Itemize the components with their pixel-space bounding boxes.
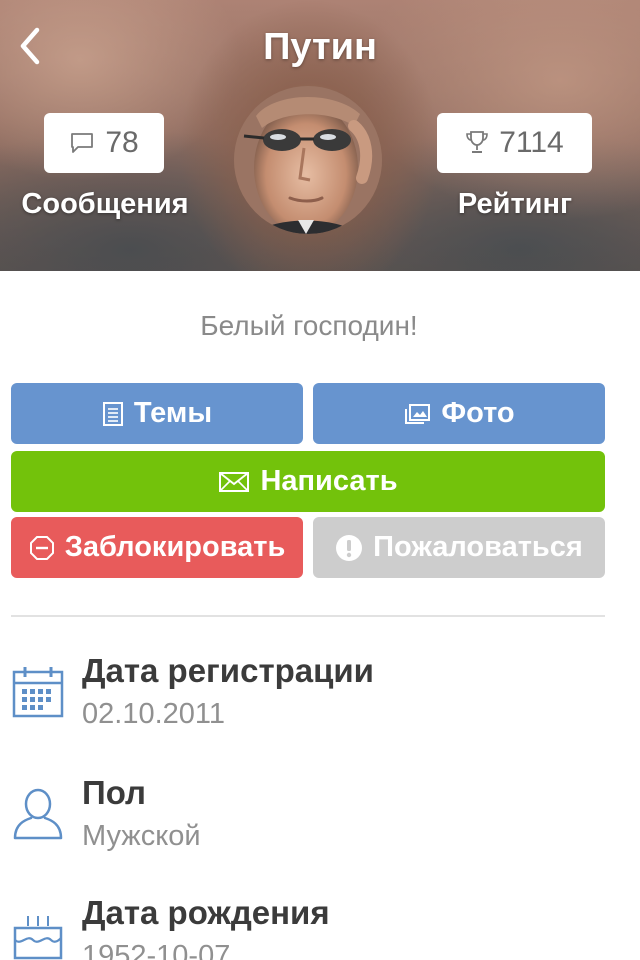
info-value: Мужской: [82, 820, 201, 852]
avatar-photo: [234, 86, 382, 234]
report-user-label: Пожаловаться: [373, 531, 583, 563]
info-row-registration-date: Дата регистрации 02.10.2011: [0, 650, 640, 760]
photo-button-label: Фото: [441, 397, 515, 429]
envelope-icon: [219, 471, 250, 492]
messages-label: Сообщения: [21, 188, 189, 220]
document-icon: [102, 401, 123, 426]
info-value: 02.10.2011: [82, 698, 225, 730]
info-value: 1952-10-07: [82, 940, 231, 960]
user-icon: [13, 788, 63, 840]
messages-count-badge[interactable]: 78: [44, 113, 164, 173]
rating-count-badge[interactable]: 7114: [437, 113, 592, 173]
info-label: Дата регистрации: [82, 652, 374, 689]
speech-bubble-icon: [71, 133, 94, 153]
write-message-button[interactable]: Написать: [11, 451, 605, 512]
topics-button[interactable]: Темы: [11, 383, 303, 444]
topics-button-label: Темы: [133, 397, 213, 429]
page-title: Путин: [263, 26, 377, 68]
rating-count: 7114: [499, 126, 564, 159]
block-user-button[interactable]: Заблокировать: [11, 517, 303, 578]
block-octagon-icon: [29, 535, 54, 560]
write-message-label: Написать: [260, 465, 398, 497]
profile-header: Путин 78 7114 Сообщения Рейтинг: [0, 0, 640, 271]
info-row-birth-date: Дата рождения 1952-10-07: [0, 892, 640, 960]
messages-count: 78: [105, 126, 139, 159]
photo-button[interactable]: Фото: [313, 383, 605, 444]
divider: [11, 615, 605, 617]
block-user-label: Заблокировать: [64, 531, 286, 563]
birthday-cake-icon: [13, 916, 63, 960]
info-label: Пол: [82, 774, 147, 811]
rating-label: Рейтинг: [457, 188, 573, 220]
info-label: Дата рождения: [82, 894, 330, 931]
report-user-button[interactable]: Пожаловаться: [313, 517, 605, 578]
calendar-icon: [12, 667, 64, 718]
profile-status: Белый господин!: [200, 310, 418, 341]
info-row-gender: Пол Мужской: [0, 772, 640, 882]
photo-gallery-icon: [405, 403, 431, 424]
exclamation-circle-icon: [336, 534, 363, 561]
avatar[interactable]: [234, 86, 382, 234]
trophy-icon: [466, 131, 489, 153]
